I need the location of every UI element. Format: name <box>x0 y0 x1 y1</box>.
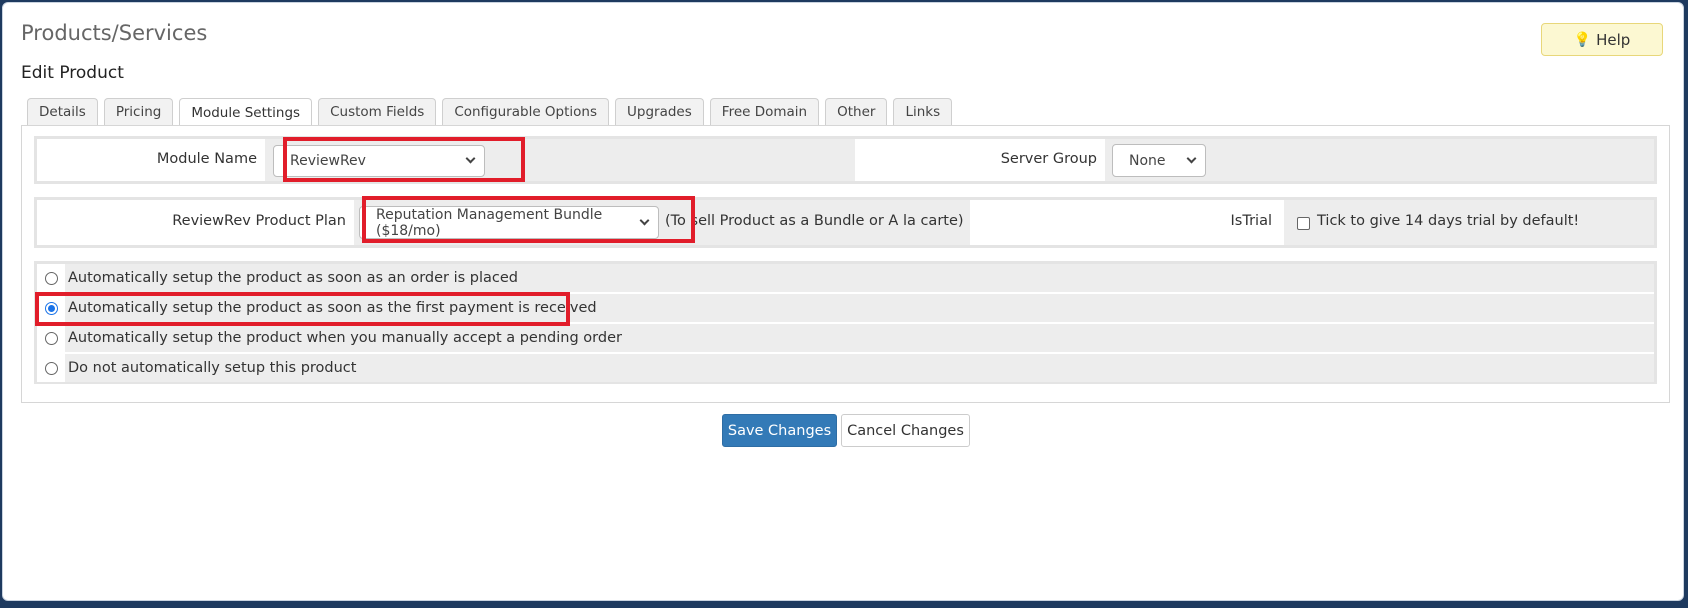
server-group-select[interactable]: None <box>1112 144 1206 177</box>
main-frame: Products/Services 💡 Help Edit Product De… <box>2 2 1684 601</box>
lightbulb-icon: 💡 <box>1573 31 1592 48</box>
server-group-value: None <box>1129 152 1166 169</box>
setup-option-label: Do not automatically setup this product <box>65 354 1654 382</box>
tab-details[interactable]: Details <box>27 98 98 125</box>
tab-upgrades[interactable]: Upgrades <box>615 98 704 125</box>
tab-module-settings[interactable]: Module Settings <box>179 98 313 126</box>
chevron-down-icon <box>1186 153 1197 163</box>
radio-cell <box>37 324 65 352</box>
module-settings-panel: Module Name ReviewRev Server Group None … <box>21 125 1670 403</box>
help-button[interactable]: 💡 Help <box>1541 23 1663 56</box>
save-button[interactable]: Save Changes <box>722 414 837 447</box>
help-label: Help <box>1596 30 1631 49</box>
server-group-label: Server Group <box>1000 151 1097 167</box>
radio-button[interactable] <box>44 271 58 285</box>
setup-option[interactable]: Automatically setup the product when you… <box>37 324 1654 352</box>
section-title: Edit Product <box>21 63 124 83</box>
radio-cell <box>37 264 65 292</box>
istrial-text: Tick to give 14 days trial by default! <box>1317 213 1580 229</box>
highlight-product-plan <box>362 196 695 243</box>
tab-free-domain[interactable]: Free Domain <box>709 98 820 125</box>
module-name-label: Module Name <box>156 151 257 167</box>
tab-other[interactable]: Other <box>825 98 888 125</box>
tab-links[interactable]: Links <box>893 98 953 125</box>
tab-pricing[interactable]: Pricing <box>103 98 174 125</box>
setup-option-label: Automatically setup the product as soon … <box>65 264 1654 292</box>
plan-row: ReviewRev Product Plan Reputation Manage… <box>34 197 1657 248</box>
plan-note: (To sell Product as a Bundle or A la car… <box>665 213 964 229</box>
tab-bar: Details Pricing Module Settings Custom F… <box>27 98 953 126</box>
setup-option-label: Automatically setup the product when you… <box>65 324 1654 352</box>
page-title: Products/Services <box>21 21 208 45</box>
setup-option[interactable]: Do not automatically setup this product <box>37 354 1654 382</box>
radio-button[interactable] <box>44 361 58 375</box>
radio-button[interactable] <box>44 331 58 345</box>
setup-option[interactable]: Automatically setup the product as soon … <box>37 264 1654 292</box>
highlight-setup-option <box>35 292 570 326</box>
istrial-label: IsTrial <box>1230 213 1272 229</box>
module-row: Module Name ReviewRev Server Group None <box>34 136 1657 184</box>
plan-label: ReviewRev Product Plan <box>172 213 346 229</box>
tab-custom-fields[interactable]: Custom Fields <box>318 98 437 125</box>
tab-configurable-options[interactable]: Configurable Options <box>442 98 610 125</box>
highlight-module-name <box>283 137 525 182</box>
istrial-checkbox[interactable] <box>1297 217 1310 230</box>
cancel-button[interactable]: Cancel Changes <box>841 414 970 447</box>
radio-cell <box>37 354 65 382</box>
